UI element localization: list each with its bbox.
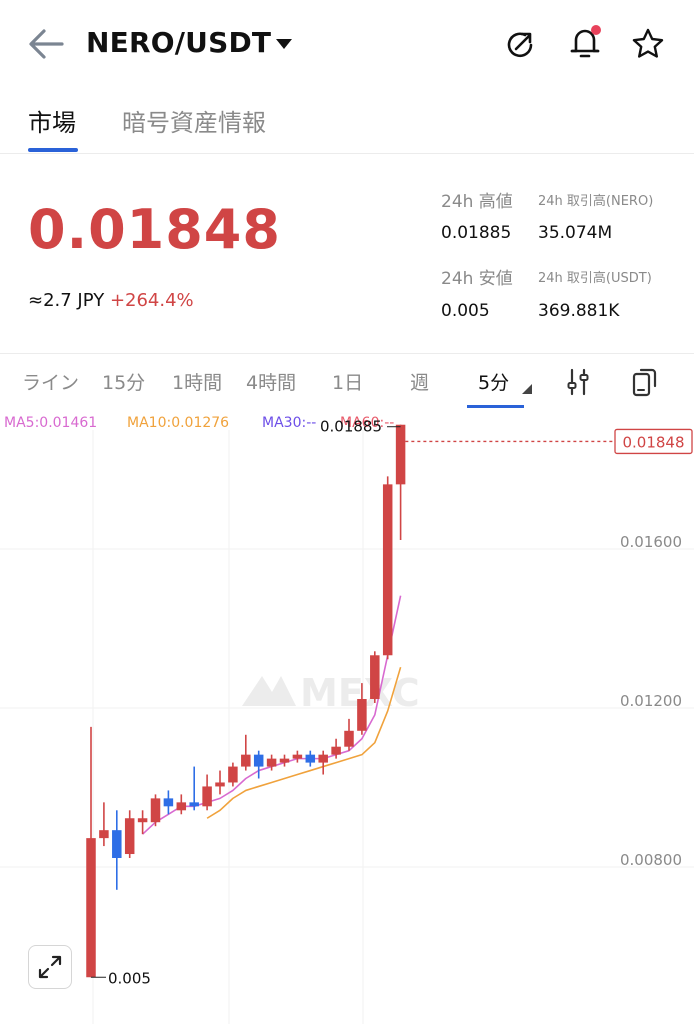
candle-body: [99, 830, 109, 839]
timeframe-line[interactable]: ライン: [22, 368, 79, 395]
candle-body: [189, 802, 199, 807]
pair-title[interactable]: NERO/USDT: [86, 26, 271, 59]
candle-body: [150, 798, 161, 823]
candle-body: [228, 766, 238, 783]
timeframe-active-indicator: [467, 405, 524, 408]
high-marker-label: 0.01885: [320, 418, 382, 436]
candle-body: [305, 754, 316, 763]
stat-high-value: 0.01885: [441, 223, 512, 243]
stat-high-label: 24h 高値: [441, 192, 513, 212]
low-marker-label: 0.005: [108, 969, 151, 987]
y-tick-label: 0.01600: [620, 533, 682, 551]
last-price-tag-label: 0.01848: [622, 433, 684, 451]
stat-vol-base-value: 35.074M: [538, 223, 613, 243]
stat-low-label: 24h 安値: [441, 269, 513, 289]
price-change: +264.4%: [109, 290, 194, 311]
candle-body: [292, 754, 303, 759]
candle-body: [266, 758, 277, 767]
candle-body: [241, 754, 251, 767]
tab-market[interactable]: 市場: [28, 103, 76, 138]
candlestick-chart[interactable]: 0.016000.012000.00800 MEXC 0.018480.0188…: [0, 410, 694, 1024]
notification-dot: [591, 25, 601, 35]
timeframe-week[interactable]: 週: [410, 368, 429, 395]
candle-body: [112, 830, 122, 858]
y-tick-label: 0.00800: [620, 851, 682, 869]
tab-crypto-info[interactable]: 暗号資産情報: [122, 103, 266, 138]
candle-body: [253, 754, 264, 767]
stat-low-value: 0.005: [441, 301, 490, 321]
timeframe-1d[interactable]: 1日: [332, 368, 363, 395]
chart-grid: 0.01600 0.01200 0.00800: [0, 430, 694, 1024]
tab-active-indicator: [28, 148, 78, 152]
candle-body: [318, 754, 328, 763]
candle-body: [137, 818, 148, 823]
price-sub: ≈2.7 JPY +264.4%: [28, 290, 194, 311]
candle-body: [357, 699, 367, 731]
share-icon[interactable]: [503, 28, 537, 62]
candle-body: [395, 424, 406, 485]
timeframe-4h[interactable]: 4時間: [246, 368, 296, 395]
expand-chart-button[interactable]: [28, 945, 72, 989]
bell-icon[interactable]: [567, 24, 603, 62]
stat-vol-quote-label: 24h 取引高(USDT): [538, 271, 652, 286]
tabs-divider: [0, 153, 694, 154]
candle-body: [215, 782, 225, 787]
caret-down-icon[interactable]: [274, 36, 294, 52]
candle-body: [86, 838, 96, 978]
expand-arrows-icon: [38, 955, 62, 979]
stat-vol-quote-value: 369.881K: [538, 301, 620, 321]
star-icon[interactable]: [630, 26, 666, 62]
stat-vol-base-label: 24h 取引高(NERO): [538, 194, 654, 209]
price-divider: [0, 353, 694, 354]
candle-body: [370, 655, 380, 699]
candle-body: [344, 730, 354, 747]
back-arrow-icon[interactable]: [26, 26, 66, 62]
candle-body: [382, 484, 393, 656]
timeframe-15m[interactable]: 15分: [102, 368, 145, 395]
candle-body: [279, 758, 290, 763]
timeframe-1h[interactable]: 1時間: [172, 368, 222, 395]
y-tick-label: 0.01200: [620, 692, 682, 710]
sliders-icon[interactable]: [566, 368, 590, 396]
rotate-screen-icon[interactable]: [631, 366, 659, 398]
candle-body: [202, 786, 212, 807]
last-price: 0.01848: [28, 198, 281, 261]
timeframe-caret-icon[interactable]: [522, 384, 532, 394]
candle-body: [331, 746, 341, 755]
timeframe-5m[interactable]: 5分: [478, 368, 509, 395]
candle-body: [163, 798, 174, 807]
app-header: NERO/USDT: [0, 0, 694, 90]
candle-body: [124, 818, 135, 855]
watermark-logo: [242, 676, 296, 706]
price-jpy: ≈2.7 JPY: [28, 290, 105, 311]
candle-body: [176, 802, 187, 811]
